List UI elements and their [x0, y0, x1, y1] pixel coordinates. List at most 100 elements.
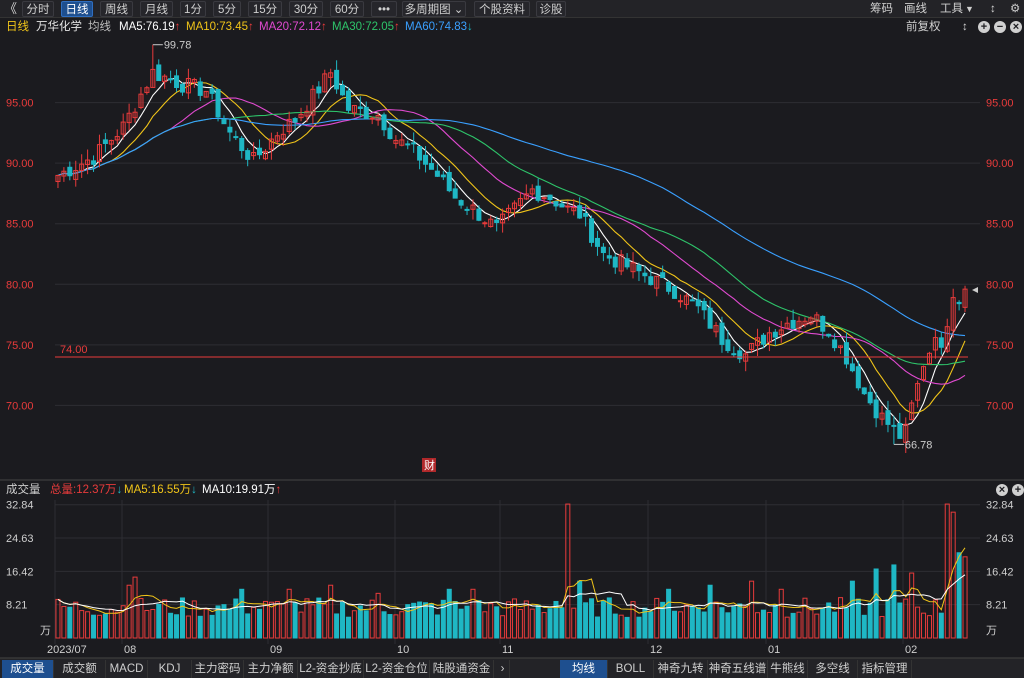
- volume-bar: [683, 604, 689, 639]
- candle-body: [316, 86, 322, 94]
- tools-button[interactable]: 工具 ▼: [940, 1, 974, 17]
- candle-body: [411, 142, 417, 145]
- overlay-tab-3[interactable]: 神奇五线谱: [708, 660, 768, 678]
- down-arrow-icon: ↓: [191, 484, 197, 496]
- y-tick-label-left: 80.00: [6, 279, 34, 291]
- candle-body: [624, 258, 630, 268]
- volume-bar: [725, 612, 731, 639]
- chevron-right-icon[interactable]: ›: [496, 660, 510, 678]
- x-tick-label: 2023/07: [47, 644, 87, 656]
- volume-bar: [162, 599, 168, 639]
- candle-body: [897, 423, 903, 439]
- volume-bar: [85, 611, 91, 639]
- multi-period-dropdown[interactable]: 多周期图 ⌄: [402, 1, 466, 17]
- volume-title: 成交量: [6, 484, 41, 496]
- indicator-tab-0[interactable]: 成交量: [2, 660, 54, 678]
- candle-body: [867, 391, 873, 404]
- volume-bar: [648, 611, 654, 639]
- candle-body: [559, 203, 565, 208]
- overlay-tab-4[interactable]: 牛熊线: [768, 660, 808, 678]
- zoom-in-icon[interactable]: +: [978, 21, 990, 33]
- volume-bar: [636, 616, 642, 639]
- overlay-tab-0[interactable]: 均线: [560, 660, 608, 678]
- volume-bar: [612, 613, 618, 639]
- candle-body: [488, 218, 494, 228]
- tab-15min[interactable]: 15分: [248, 1, 282, 17]
- volume-bar: [298, 611, 304, 639]
- volume-bar: [529, 608, 535, 639]
- indicator-tab-3[interactable]: KDJ: [148, 660, 192, 678]
- y-tick-label-left: 70.00: [6, 400, 34, 412]
- adjust-mode-button[interactable]: 前复权: [906, 19, 941, 35]
- volume-bar: [334, 613, 340, 639]
- volume-bar: [760, 609, 766, 639]
- candle-body: [55, 174, 61, 182]
- tab-daily[interactable]: 日线: [61, 1, 93, 17]
- volume-bar: [221, 604, 227, 639]
- overlay-tab-6[interactable]: 指标管理: [858, 660, 912, 678]
- settings-icon[interactable]: ⚙: [1010, 1, 1020, 17]
- tab-1min[interactable]: 1分: [180, 1, 206, 17]
- ma-indicator-label: 均线: [88, 21, 111, 33]
- stock-profile-button[interactable]: 个股资料: [474, 1, 530, 17]
- back-icon[interactable]: 《: [4, 1, 17, 17]
- x-tick-label: 10: [397, 644, 409, 656]
- add-icon[interactable]: +: [1012, 484, 1024, 496]
- close-icon[interactable]: ×: [996, 484, 1008, 496]
- candle-body: [79, 163, 85, 172]
- indicator-tab-1[interactable]: 成交额: [54, 660, 106, 678]
- candle-body: [363, 106, 369, 119]
- candle-body: [672, 285, 678, 299]
- volume-bar: [790, 612, 796, 639]
- volume-bar: [274, 601, 280, 639]
- indicator-tab-5[interactable]: 主力净额: [244, 660, 298, 678]
- volume-bar: [511, 598, 517, 639]
- volume-bar: [369, 599, 375, 639]
- volume-bar: [743, 606, 749, 639]
- candle-body: [956, 301, 962, 305]
- tab-5min[interactable]: 5分: [213, 1, 241, 17]
- volume-bar: [268, 601, 274, 639]
- candle-body: [565, 205, 571, 208]
- y-tick-label-left: 75.00: [6, 340, 34, 352]
- tab-60min[interactable]: 60分: [330, 1, 364, 17]
- chips-button[interactable]: 筹码: [870, 1, 893, 17]
- candle-body: [553, 201, 559, 207]
- volume-bar: [926, 615, 932, 639]
- candle-body: [345, 90, 351, 111]
- volume-bar: [79, 610, 85, 639]
- diagnose-button[interactable]: 诊股: [536, 1, 566, 17]
- tab-30min[interactable]: 30分: [289, 1, 323, 17]
- tab-weekly[interactable]: 周线: [100, 1, 133, 17]
- candle-body: [529, 188, 535, 195]
- volume-bar: [322, 603, 328, 639]
- overlay-tab-1[interactable]: BOLL: [608, 660, 654, 678]
- volume-bar: [328, 584, 334, 639]
- volume-bar: [191, 600, 197, 639]
- up-arrow-icon: ↑: [394, 21, 400, 33]
- candle-body: [677, 300, 683, 303]
- candle-body: [191, 79, 197, 84]
- high-label: 99.78: [164, 40, 192, 52]
- tab-monthly[interactable]: 月线: [140, 1, 173, 17]
- height-adjust-icon[interactable]: ↕: [962, 19, 968, 35]
- zoom-out-icon[interactable]: −: [994, 21, 1006, 33]
- close-icon[interactable]: ×: [1010, 21, 1022, 33]
- volume-bar: [168, 612, 174, 639]
- volume-bar: [174, 614, 180, 639]
- indicator-tab-8[interactable]: 陆股通资金: [430, 660, 494, 678]
- draw-line-button[interactable]: 画线: [904, 1, 927, 17]
- indicator-tab-7[interactable]: L2-资金仓位: [364, 660, 430, 678]
- candle-body: [903, 423, 909, 443]
- more-periods-button[interactable]: •••: [371, 1, 397, 17]
- vol-tick-label-left: 8.21: [6, 600, 27, 612]
- tab-intraday[interactable]: 分时: [22, 1, 54, 17]
- indicator-tab-4[interactable]: 主力密码: [192, 660, 244, 678]
- volume-bar: [61, 605, 67, 639]
- overlay-tab-2[interactable]: 神奇九转: [654, 660, 708, 678]
- sort-arrows-icon[interactable]: ↕: [990, 1, 996, 17]
- candle-body: [921, 366, 927, 381]
- indicator-tab-6[interactable]: L2-资金抄底: [298, 660, 364, 678]
- overlay-tab-5[interactable]: 多空线: [808, 660, 858, 678]
- indicator-tab-2[interactable]: MACD: [106, 660, 148, 678]
